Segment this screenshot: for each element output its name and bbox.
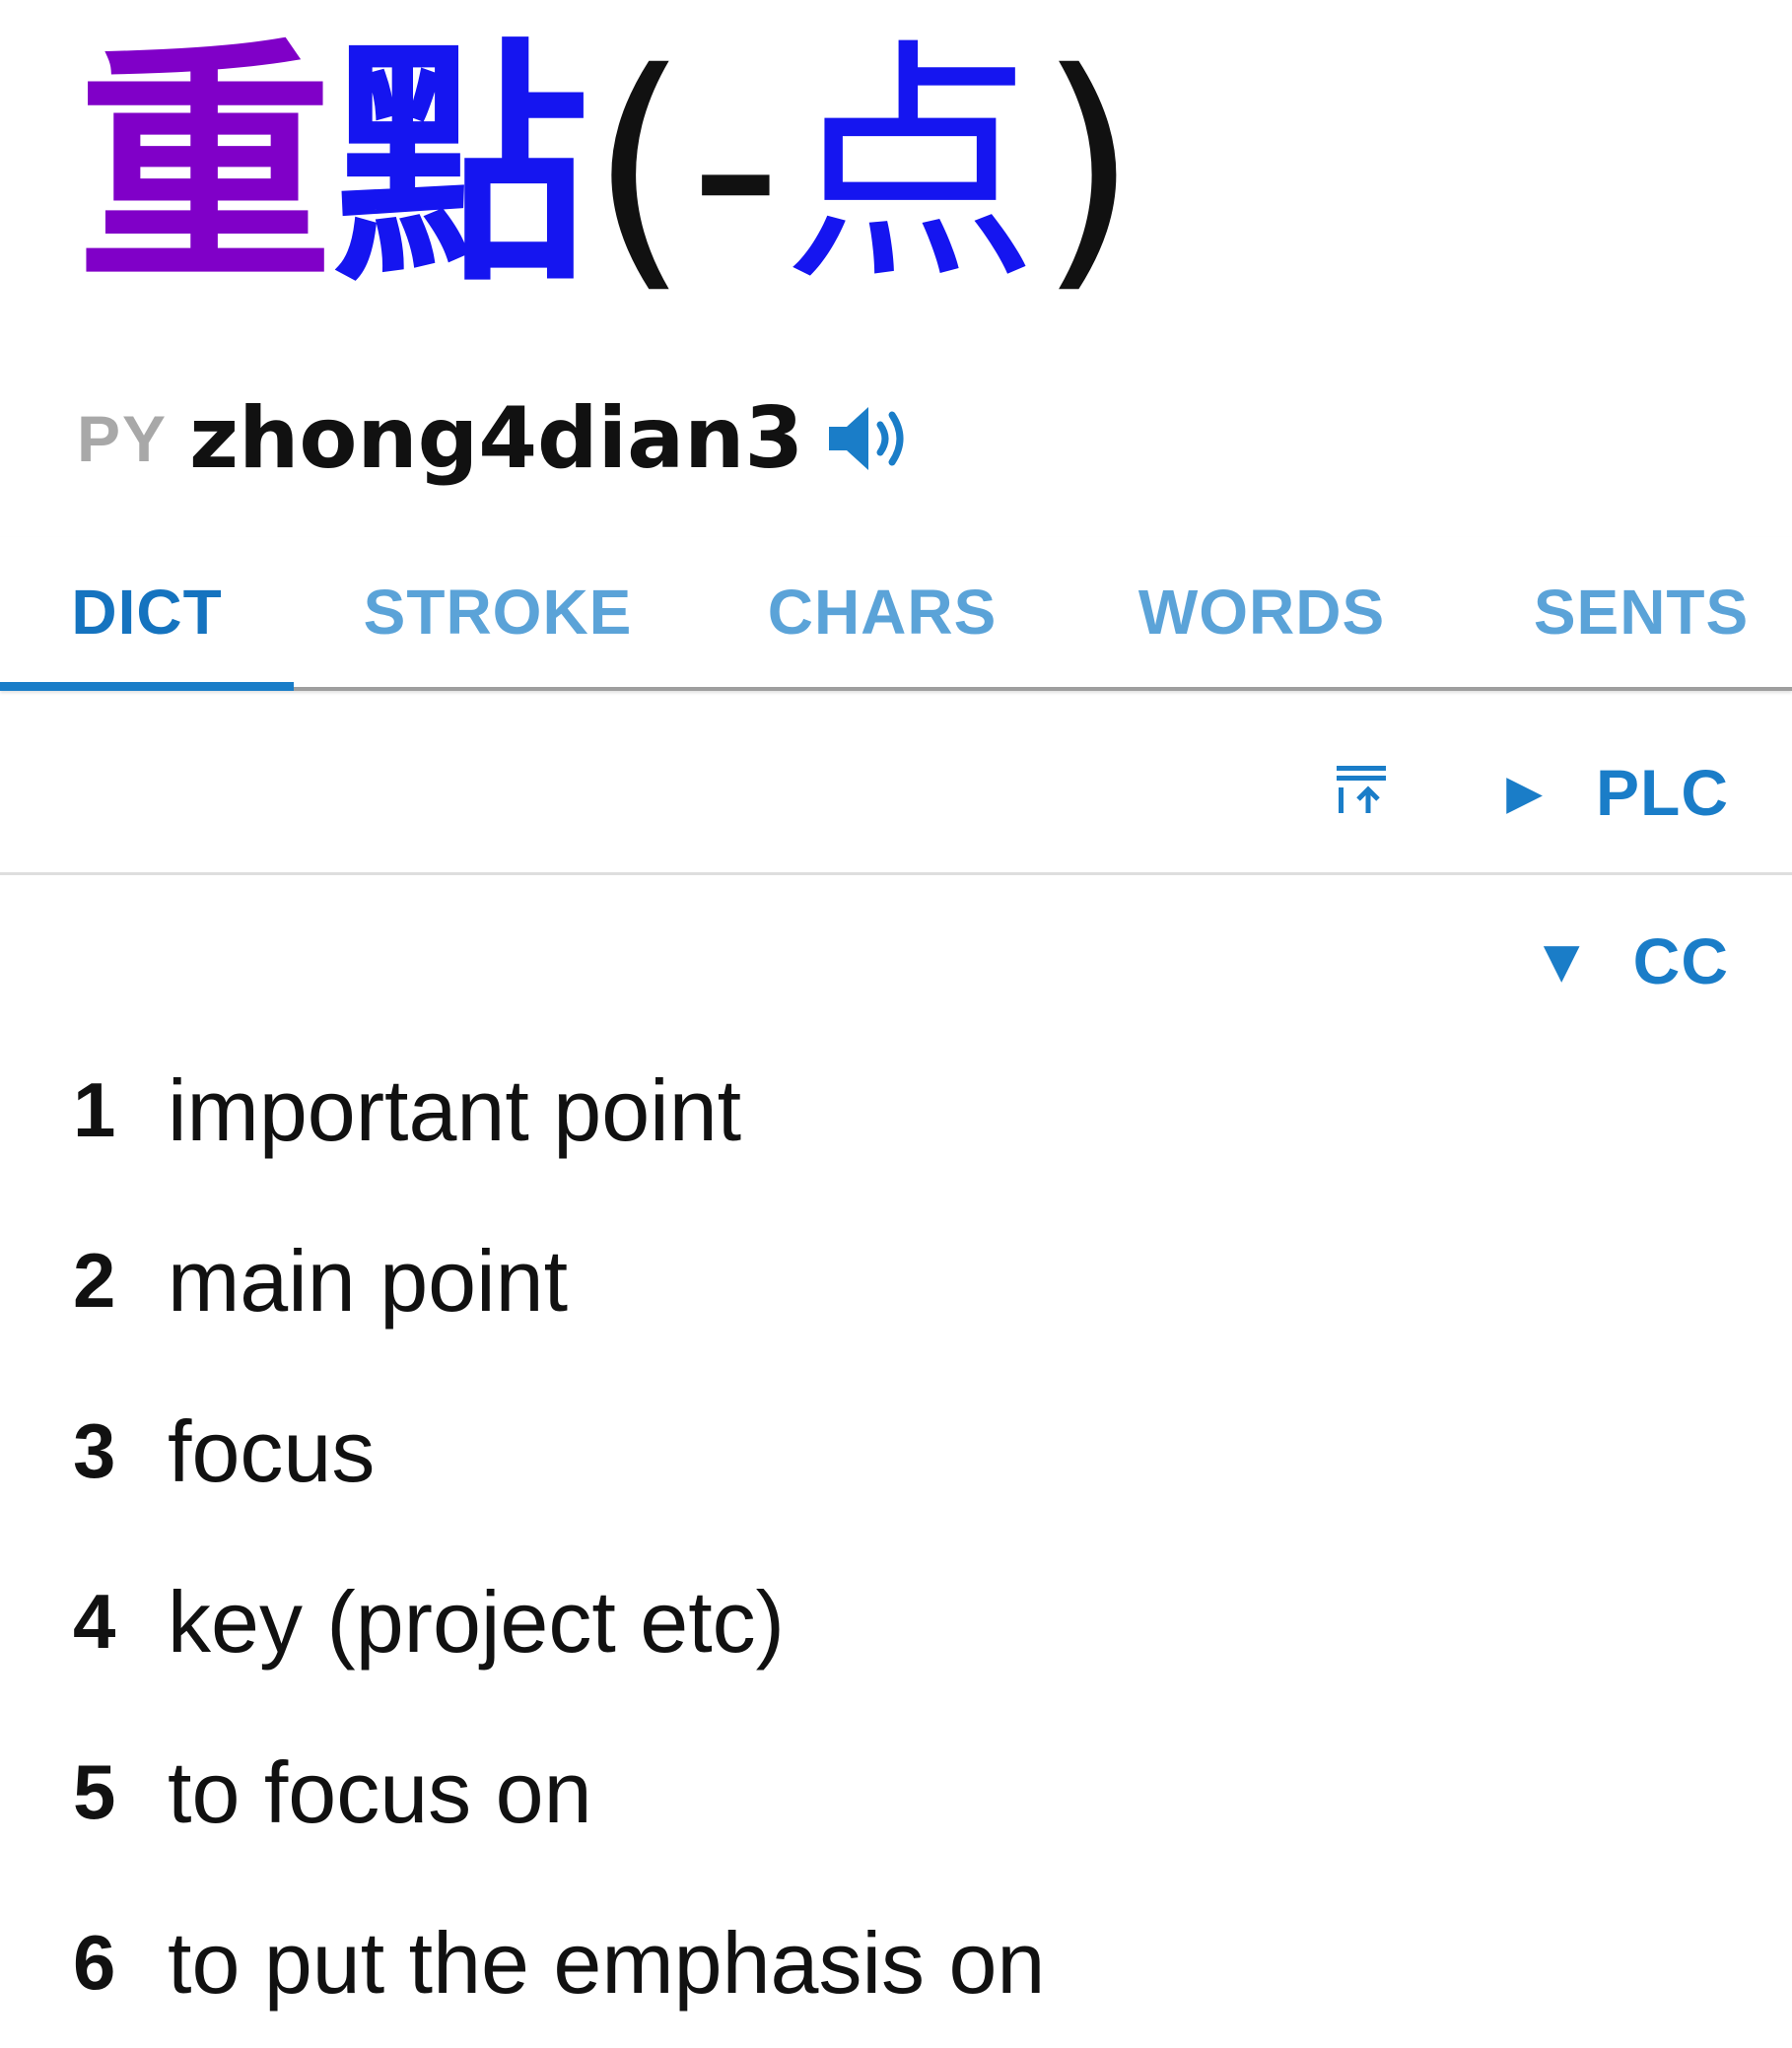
pinyin-row: PY zhong4dian3 — [77, 384, 914, 493]
tab-stroke[interactable]: STROKE — [345, 537, 651, 687]
tab-sents[interactable]: SENTS — [1508, 537, 1774, 687]
headword-dash: - — [689, 19, 783, 316]
cc-section-toggle[interactable]: ▼ CC — [1543, 924, 1729, 997]
definition-item: 6 to put the emphasis on — [73, 1877, 1749, 2048]
collapse-all-icon[interactable] — [1333, 760, 1390, 817]
definition-text[interactable]: key (project etc) — [168, 1572, 785, 1673]
headword-char-1[interactable]: 重 — [77, 39, 333, 296]
speaker-icon[interactable] — [823, 399, 914, 478]
definition-item: 3 focus — [73, 1366, 1749, 1536]
definition-number: 4 — [73, 1578, 116, 1665]
tab-words[interactable]: WORDS — [1114, 537, 1410, 687]
collapse-arrow-icon: ▼ — [1543, 933, 1580, 989]
definition-text[interactable]: focus — [168, 1401, 375, 1502]
headword: 重 點 ( - 点 ) — [77, 10, 1138, 325]
headword-bracket-close: ) — [1038, 19, 1138, 316]
headword-variant-char[interactable]: 点 — [782, 39, 1038, 296]
definition-item: 4 key (project etc) — [73, 1536, 1749, 1707]
definition-text[interactable]: to focus on — [168, 1742, 592, 1843]
cc-label: CC — [1632, 924, 1729, 997]
tab-dict[interactable]: DICT — [0, 537, 294, 691]
definition-number: 3 — [73, 1407, 116, 1494]
tab-chars[interactable]: CHARS — [749, 537, 1015, 687]
definition-list: 1 important point 2 main point 3 focus 4… — [73, 1025, 1749, 2048]
definition-item: 5 to focus on — [73, 1707, 1749, 1877]
definition-item: 2 main point — [73, 1195, 1749, 1366]
definition-item: 1 important point — [73, 1025, 1749, 1195]
section-toolbar: ▶ PLC — [0, 691, 1792, 875]
definition-number: 6 — [73, 1919, 116, 2006]
plc-label: PLC — [1596, 756, 1729, 829]
headword-bracket-open: ( — [589, 19, 690, 316]
definition-text[interactable]: important point — [168, 1060, 741, 1161]
definition-number: 5 — [73, 1748, 116, 1835]
definition-text[interactable]: main point — [168, 1231, 568, 1331]
definition-text[interactable]: to put the emphasis on — [168, 1913, 1045, 2014]
tab-bar: DICT STROKE CHARS WORDS SENTS — [0, 537, 1792, 691]
pinyin-tag: PY — [77, 402, 169, 475]
definition-number: 2 — [73, 1237, 116, 1324]
pinyin-text: zhong4dian3 — [189, 389, 804, 488]
definition-number: 1 — [73, 1066, 116, 1153]
expand-arrow-icon: ▶ — [1506, 765, 1543, 820]
plc-section-toggle[interactable]: ▶ PLC — [1506, 756, 1729, 829]
headword-char-2[interactable]: 點 — [333, 39, 589, 296]
